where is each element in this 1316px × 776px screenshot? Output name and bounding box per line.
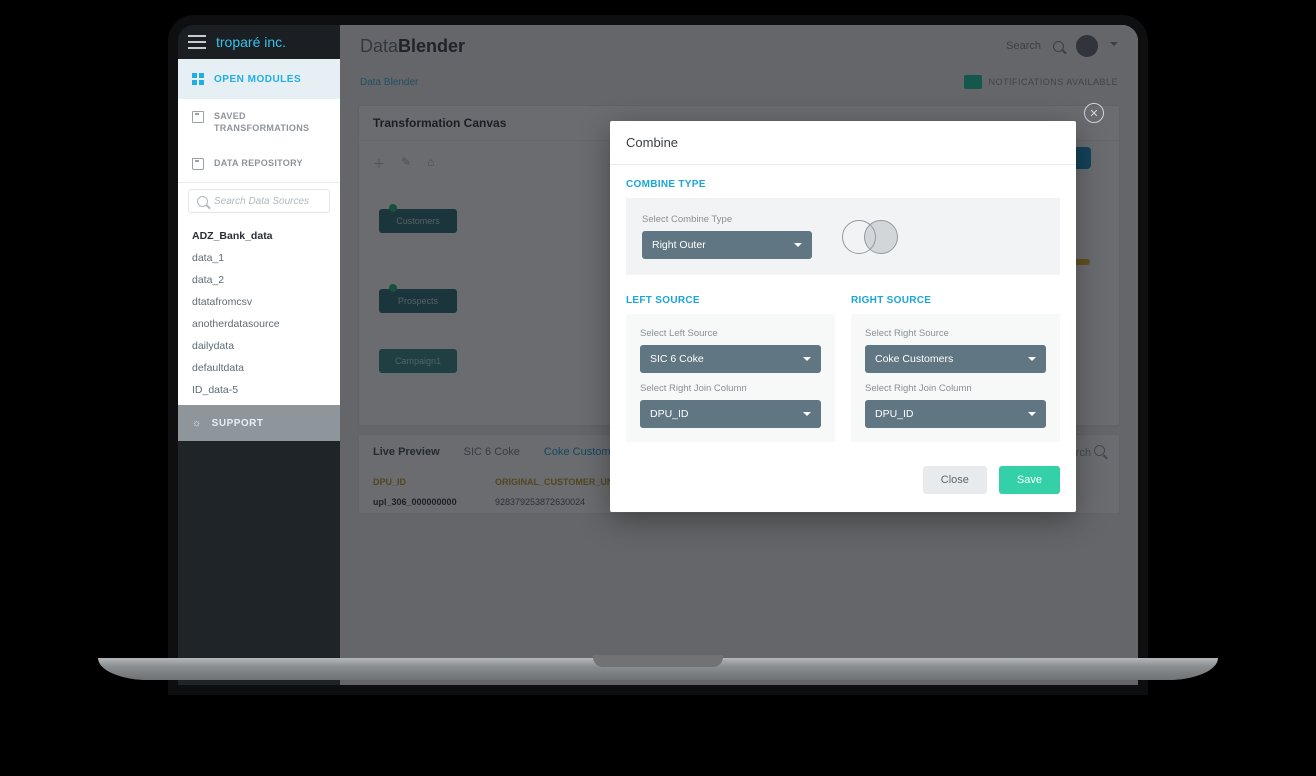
menu-icon[interactable] xyxy=(188,35,206,49)
search-datasources-placeholder: Search Data Sources xyxy=(214,196,309,207)
chevron-down-icon xyxy=(1028,412,1036,420)
topbar: troparé inc. xyxy=(178,25,340,59)
sidebar-open-modules[interactable]: OPEN MODULES xyxy=(178,59,340,99)
data-source-item[interactable]: dtatafromcsv xyxy=(192,291,326,313)
right-join-column-select[interactable]: DPU_ID xyxy=(865,400,1046,428)
data-source-item[interactable]: data_1 xyxy=(192,247,326,269)
folder-icon xyxy=(192,158,204,170)
bulb-icon: ☼ xyxy=(192,418,202,429)
venn-diagram-icon xyxy=(842,220,906,254)
search-icon xyxy=(197,196,208,207)
combine-modal: Combine COMBINE TYPE Select Combine Type… xyxy=(610,121,1076,512)
data-source-item[interactable]: ADZ_Bank_data xyxy=(192,225,326,247)
left-source-select[interactable]: SIC 6 Coke xyxy=(640,345,821,373)
sidebar-support-label: SUPPORT xyxy=(212,418,264,429)
main-area: DataBlender Search Data Blender NOTIFICA… xyxy=(340,25,1138,685)
save-icon xyxy=(192,111,204,123)
data-source-item[interactable]: data_2 xyxy=(192,269,326,291)
data-source-item[interactable]: anotherdatasource xyxy=(192,313,326,335)
left-join-column-label: Select Right Join Column xyxy=(640,383,821,394)
data-source-item[interactable]: ID_data-5 xyxy=(192,379,326,401)
left-source-label: Select Left Source xyxy=(640,328,821,339)
right-join-column-label: Select Right Join Column xyxy=(865,383,1046,394)
chevron-down-icon xyxy=(1028,357,1036,365)
section-left-source: LEFT SOURCE xyxy=(626,281,835,314)
close-icon[interactable]: ✕ xyxy=(1084,103,1104,123)
sidebar-data-repository[interactable]: DATA REPOSITORY xyxy=(178,146,340,183)
sidebar-support[interactable]: ☼ SUPPORT xyxy=(178,405,340,441)
sidebar-saved-label: SAVED TRANSFORMATIONS xyxy=(214,111,309,134)
right-source-label: Select Right Source xyxy=(865,328,1046,339)
data-source-item[interactable]: defaultdata xyxy=(192,357,326,379)
brand-logo: troparé inc. xyxy=(216,34,286,50)
data-source-list: ADZ_Bank_data data_1 data_2 dtatafromcsv… xyxy=(178,221,340,405)
app-root: troparé inc. OPEN MODULES SAVED TRANSFOR… xyxy=(178,25,1138,685)
sidebar: OPEN MODULES SAVED TRANSFORMATIONS DATA … xyxy=(178,59,340,441)
data-source-item[interactable]: dailydata xyxy=(192,335,326,357)
sidebar-data-repository-label: DATA REPOSITORY xyxy=(214,158,303,170)
section-combine-type: COMBINE TYPE xyxy=(610,165,1076,198)
chevron-down-icon xyxy=(803,357,811,365)
combine-type-label: Select Combine Type xyxy=(642,214,812,225)
chevron-down-icon xyxy=(794,243,802,251)
chevron-down-icon xyxy=(803,412,811,420)
right-source-select[interactable]: Coke Customers xyxy=(865,345,1046,373)
section-right-source: RIGHT SOURCE xyxy=(851,281,1060,314)
sidebar-open-modules-label: OPEN MODULES xyxy=(214,74,301,85)
left-join-column-select[interactable]: DPU_ID xyxy=(640,400,821,428)
grid-icon xyxy=(192,73,204,85)
combine-type-select[interactable]: Right Outer xyxy=(642,231,812,259)
modal-title: Combine xyxy=(610,121,1076,165)
close-button[interactable]: Close xyxy=(923,466,987,494)
search-datasources-input[interactable]: Search Data Sources xyxy=(188,189,330,213)
save-button[interactable]: Save xyxy=(999,466,1060,494)
sidebar-saved-transformations[interactable]: SAVED TRANSFORMATIONS xyxy=(178,99,340,146)
